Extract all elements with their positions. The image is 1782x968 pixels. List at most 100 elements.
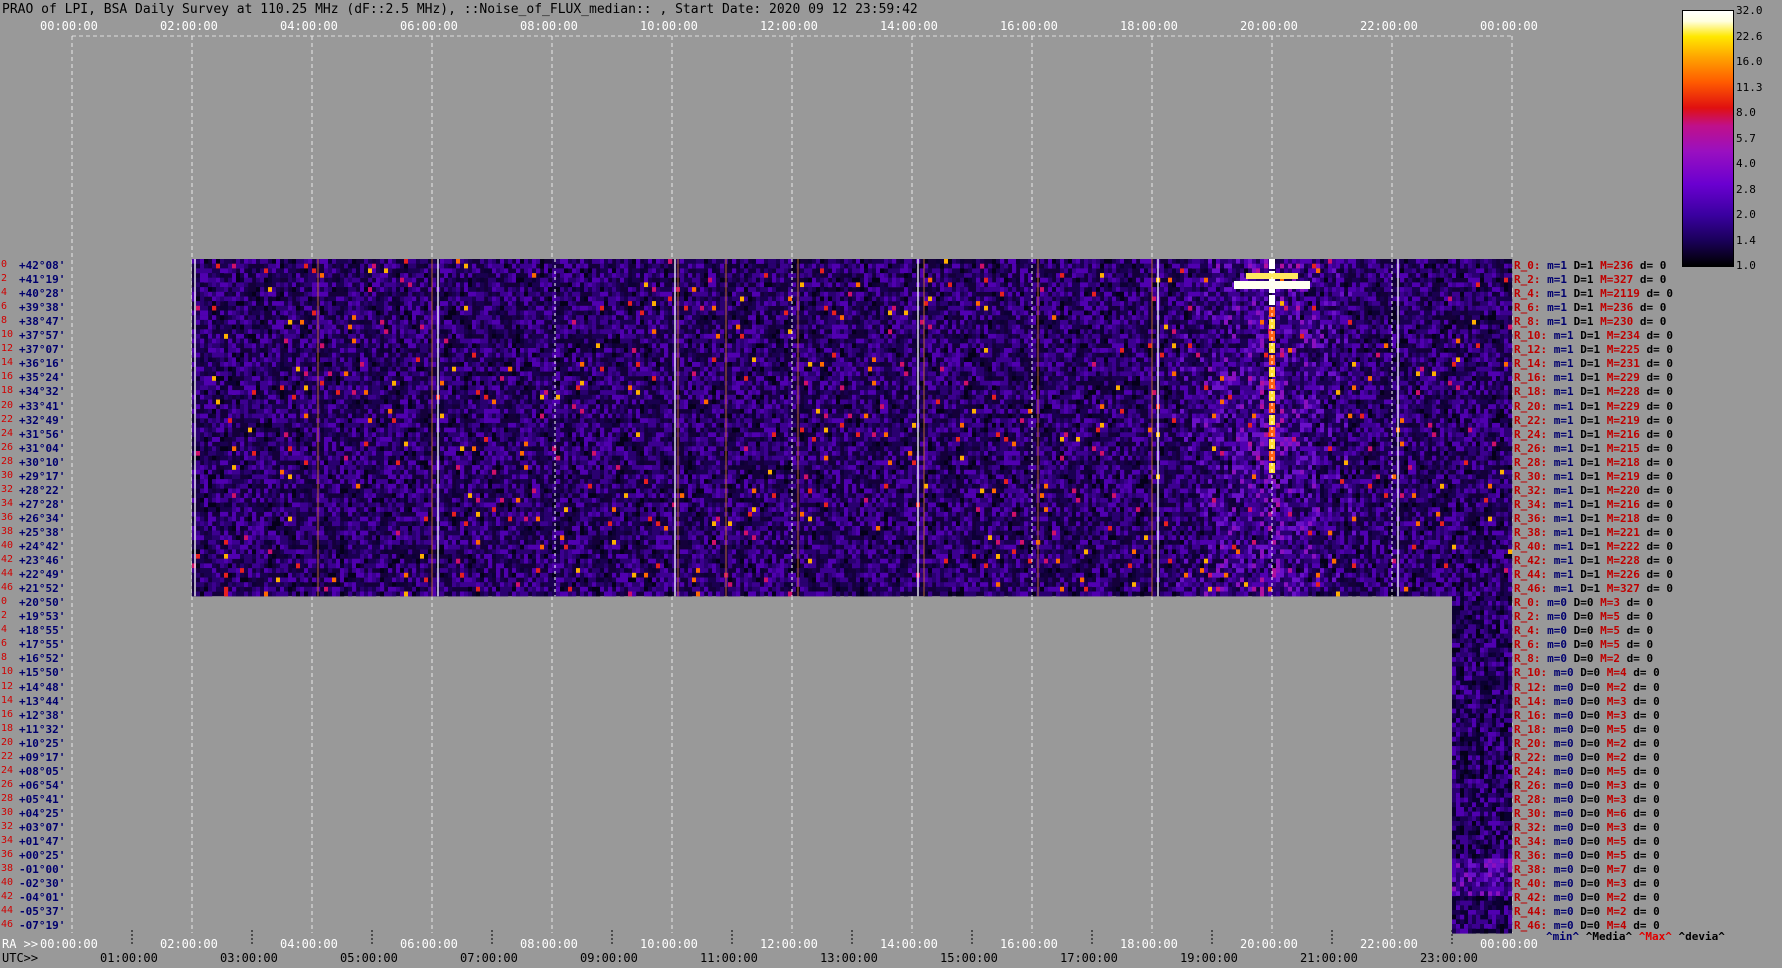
heatmap-cell: [276, 474, 281, 480]
heatmap-cell: [488, 376, 493, 381]
heatmap-cell: [380, 380, 385, 386]
heatmap-cell: [364, 488, 369, 494]
heatmap-cell: [228, 366, 233, 372]
heatmap-cell: [256, 437, 261, 442]
heatmap-cell: [376, 408, 381, 414]
heatmap-cell: [364, 483, 369, 489]
heatmap-cell: [228, 460, 233, 466]
heatmap-cell: [420, 586, 425, 592]
heatmap-cell: [516, 380, 521, 386]
heatmap-cell: [480, 441, 485, 447]
heatmap-cell: [276, 483, 281, 489]
heatmap-cell: [464, 483, 469, 489]
heatmap-cell: [336, 282, 341, 288]
heatmap-cell: [328, 516, 333, 522]
heatmap-cell: [520, 352, 525, 358]
heatmap-cell: [384, 479, 389, 484]
heatmap-cell: [416, 413, 421, 419]
heatmap-cell: [424, 563, 429, 569]
heatmap-cell: [504, 549, 509, 555]
heatmap-cell: [504, 273, 509, 278]
heatmap-cell: [520, 329, 525, 335]
heatmap-cell: [472, 526, 477, 531]
heatmap-cell: [284, 577, 289, 583]
heatmap-cell: [252, 385, 257, 391]
heatmap-cell: [252, 259, 257, 264]
heatmap-cell: [276, 469, 281, 475]
heatmap-cell: [328, 591, 333, 597]
heatmap-cell: [300, 432, 305, 438]
heatmap-cell: [200, 343, 205, 349]
heatmap-cell: [344, 385, 349, 391]
heatmap-cell: [528, 263, 533, 269]
heatmap-cell: [500, 554, 505, 559]
heatmap-cell: [500, 343, 505, 349]
heatmap-cell: [452, 591, 457, 597]
heatmap-cell: [328, 287, 333, 292]
heatmap-cell: [292, 277, 297, 283]
heatmap-cell: [296, 310, 301, 316]
heatmap-cell: [352, 305, 357, 311]
heatmap-cell: [252, 479, 257, 484]
heatmap-cell: [408, 540, 413, 545]
heatmap-cell: [304, 277, 309, 283]
heatmap-cell: [288, 376, 293, 381]
heatmap-cell: [232, 479, 237, 484]
heatmap-cell: [444, 352, 449, 358]
heatmap-cell: [320, 507, 325, 513]
heatmap-cell: [224, 516, 229, 522]
heatmap-cell: [196, 319, 201, 325]
heatmap-cell: [516, 488, 521, 494]
heatmap-cell: [508, 352, 513, 358]
heatmap-cell: [496, 582, 501, 588]
heatmap-cell: [248, 422, 253, 428]
heatmap-cell: [368, 502, 373, 508]
heatmap-cell: [360, 282, 365, 288]
heatmap-cell: [380, 437, 385, 442]
heatmap-cell: [460, 469, 465, 475]
heatmap-cell: [268, 577, 273, 583]
heatmap-cell: [456, 437, 461, 442]
heatmap-cell: [480, 479, 485, 484]
heatmap-cell: [264, 263, 269, 269]
heatmap-cell: [448, 554, 453, 559]
heatmap-cell: [392, 333, 397, 339]
heatmap-cell: [524, 268, 529, 274]
heatmap-cell: [236, 591, 241, 597]
heatmap-cell: [292, 329, 297, 335]
heatmap-cell: [300, 352, 305, 358]
heatmap-cell: [424, 544, 429, 550]
heatmap-cell: [400, 474, 405, 480]
heatmap-cell: [428, 497, 433, 503]
heatmap-cell: [496, 455, 501, 461]
heatmap-cell: [492, 441, 497, 447]
heatmap-cell: [496, 483, 501, 489]
heatmap-cell: [264, 282, 269, 288]
heatmap-cell: [384, 483, 389, 489]
heatmap-cell: [392, 287, 397, 292]
heatmap-cell: [212, 408, 217, 414]
heatmap-cell: [224, 483, 229, 489]
heatmap-cell: [228, 277, 233, 283]
heatmap-cell: [216, 530, 221, 536]
heatmap-cell: [400, 338, 405, 344]
heatmap-cell: [492, 277, 497, 283]
heatmap-cell: [404, 483, 409, 489]
heatmap-cell: [440, 558, 445, 564]
heatmap-cell: [428, 554, 433, 559]
heatmap-cell: [204, 329, 209, 335]
heatmap-cell: [308, 455, 313, 461]
heatmap-cell: [492, 366, 497, 372]
heatmap-cell: [348, 479, 353, 484]
heatmap-cell: [220, 516, 225, 522]
heatmap-cell: [376, 296, 381, 302]
heatmap-cell: [504, 591, 509, 597]
heatmap-cell: [320, 474, 325, 480]
heatmap-cell: [372, 385, 377, 391]
heatmap-cell: [348, 357, 353, 363]
heatmap-cell: [520, 418, 525, 424]
heatmap-cell: [472, 479, 477, 484]
heatmap-cell: [248, 455, 253, 461]
heatmap-cell: [372, 563, 377, 569]
heatmap-cell: [456, 455, 461, 461]
